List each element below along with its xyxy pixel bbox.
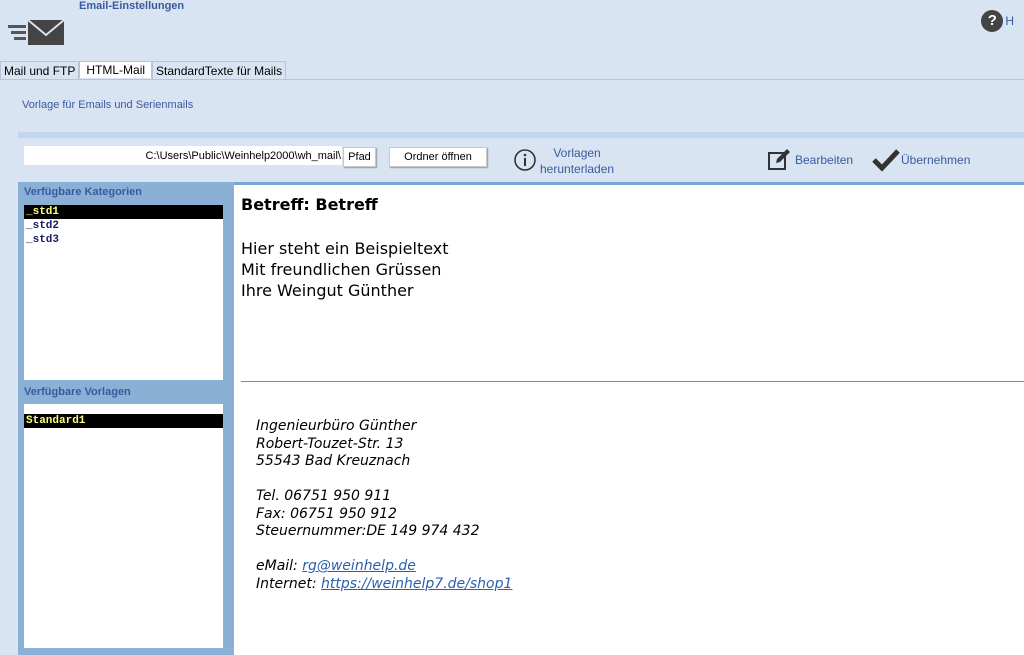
tab-divider <box>0 79 1024 80</box>
edit-button[interactable]: Bearbeiten <box>795 153 853 167</box>
sig-internet-label: Internet: <box>256 575 322 592</box>
category-item[interactable]: _std2 <box>24 219 223 233</box>
mail-app-icon <box>8 19 65 45</box>
categories-list[interactable]: _std1 _std2 _std3 <box>24 205 223 380</box>
categories-title: Verfügbare Kategorien <box>24 186 142 198</box>
body-line: Ihre Weingut Günther <box>241 281 414 300</box>
sig-tel: Tel. 06751 950 911 <box>256 488 392 504</box>
path-input[interactable] <box>24 146 342 165</box>
pfad-button[interactable]: Pfad <box>343 147 376 167</box>
tab-mail-ftp[interactable]: Mail und FTP <box>0 61 80 80</box>
download-templates-link[interactable]: Vorlagen herunterladen <box>540 145 614 177</box>
category-item[interactable]: _std3 <box>24 233 223 247</box>
download-templates-line2: herunterladen <box>540 162 615 176</box>
body-line: Hier steht ein Beispieltext <box>241 239 449 258</box>
category-item[interactable]: _std1 <box>24 205 223 219</box>
sig-tax: Steuernummer:DE 149 974 432 <box>256 523 480 539</box>
signature: Ingenieurbüro Günther Robert-Touzet-Str.… <box>256 418 512 593</box>
sig-internet-link[interactable]: https://weinhelp7.de/shop1 <box>321 576 512 592</box>
sig-email-link[interactable]: rg@weinhelp.de <box>302 558 416 574</box>
tab-standardtexte[interactable]: StandardTexte für Mails <box>152 61 287 80</box>
body-line: Mit freundlichen Grüssen <box>241 260 442 279</box>
section-subtitle: Vorlage für Emails und Serienmails <box>22 99 194 111</box>
template-item[interactable]: Standard1 <box>24 414 223 428</box>
window-title: Email-Einstellungen <box>79 0 185 12</box>
sig-email-label: eMail: <box>256 558 303 574</box>
sig-street: Robert-Touzet-Str. 13 <box>256 435 404 452</box>
edit-icon[interactable] <box>767 148 791 172</box>
preview-body: Hier steht ein Beispieltext Mit freundli… <box>241 238 449 301</box>
apply-button[interactable]: Übernehmen <box>901 153 970 167</box>
info-icon[interactable] <box>513 148 537 172</box>
signature-divider <box>241 381 1024 382</box>
sig-city: 55543 Bad Kreuznach <box>256 453 411 469</box>
tab-bar: Mail und FTP HTML-Mail StandardTexte für… <box>0 61 287 80</box>
help-button[interactable]: ? H <box>981 10 1014 32</box>
sig-company: Ingenieurbüro Günther <box>256 418 417 434</box>
preview-subject: Betreff: Betreff <box>241 195 378 214</box>
tab-html-mail[interactable]: HTML-Mail <box>79 61 153 78</box>
templates-title: Verfügbare Vorlagen <box>24 386 131 398</box>
checkmark-icon[interactable] <box>871 148 901 172</box>
help-label: H <box>1005 14 1014 28</box>
help-icon: ? <box>981 10 1004 32</box>
download-templates-line1: Vorlagen <box>553 146 601 160</box>
templates-list[interactable]: Standard1 <box>24 404 223 648</box>
sig-fax: Fax: 06751 950 912 <box>256 505 397 522</box>
open-folder-button[interactable]: Ordner öffnen <box>389 147 487 167</box>
